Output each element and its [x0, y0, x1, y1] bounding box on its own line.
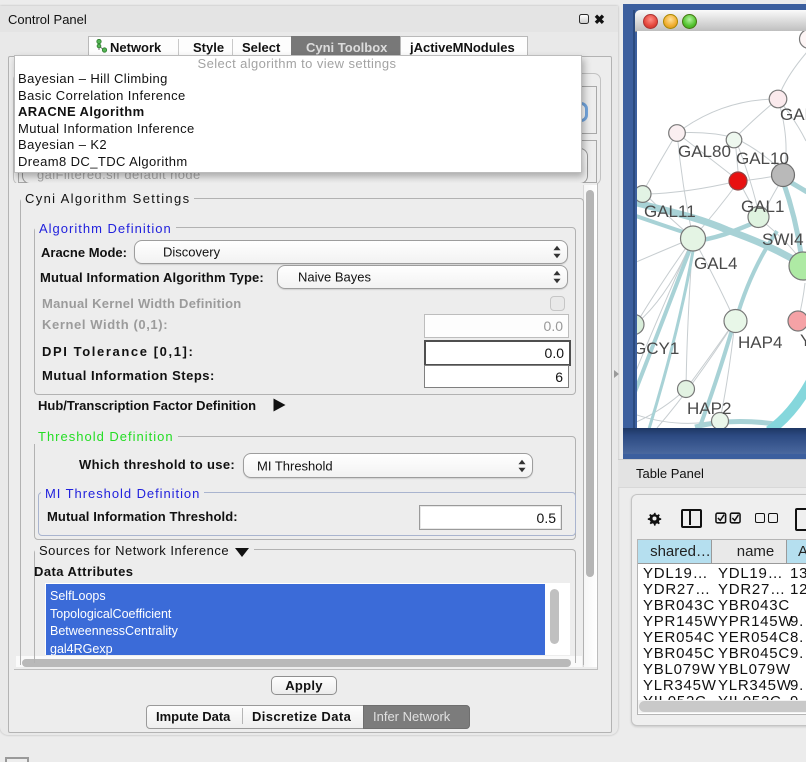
svg-text:GAL4: GAL4 [694, 254, 737, 273]
svg-text:HAP2: HAP2 [687, 399, 731, 418]
svg-text:GCY1: GCY1 [637, 339, 679, 358]
svg-text:Y: Y [800, 331, 806, 350]
svg-text:GAL80: GAL80 [678, 142, 731, 161]
svg-text:GAL10: GAL10 [736, 149, 789, 168]
svg-text:HAP4: HAP4 [738, 333, 782, 352]
svg-text:GAL1: GAL1 [741, 197, 784, 216]
svg-text:GAL: GAL [780, 105, 806, 124]
svg-text:GAL11: GAL11 [644, 202, 696, 221]
svg-text:SWI4: SWI4 [762, 230, 804, 249]
